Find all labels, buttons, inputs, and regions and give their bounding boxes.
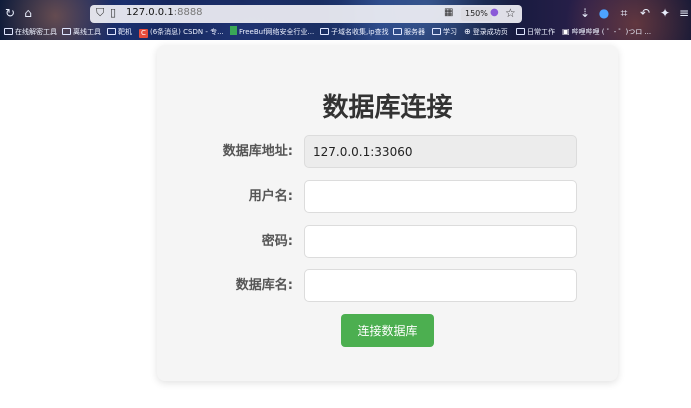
extensions-icon[interactable]: ✦ <box>657 5 673 21</box>
freebuf-icon <box>230 26 237 35</box>
folder-icon <box>516 28 525 35</box>
csdn-icon: C <box>139 29 148 38</box>
folder-icon <box>107 28 116 35</box>
db-connection-card: 数据库连接 数据库地址: 用户名: 密码: 数据库名: 连接数据库 <box>157 45 618 381</box>
account-icon[interactable]: ● <box>596 5 612 21</box>
folder-icon <box>432 28 441 35</box>
bilibili-icon: ▣ <box>562 27 570 36</box>
db-address-input[interactable] <box>304 135 577 168</box>
field-row-password: 密码: <box>157 225 618 259</box>
folder-icon <box>4 28 13 35</box>
field-row-db-name: 数据库名: <box>157 269 618 303</box>
username-input[interactable] <box>304 180 577 213</box>
shield-icon[interactable]: ⛉ <box>96 6 104 20</box>
page-title: 数据库连接 <box>322 93 453 123</box>
crop-icon[interactable]: ⌗ <box>616 5 632 21</box>
menu-icon[interactable]: ≡ <box>676 5 691 21</box>
globe-icon: ⊕ <box>464 27 471 36</box>
browser-chrome: ↻ ⌂ ⛉ ▯ 127.0.0.1:8888 ▦ 150% ● ☆ ⇣ ● ⌗ … <box>0 0 691 40</box>
browser-toolbar: ↻ ⌂ ⛉ ▯ 127.0.0.1:8888 ▦ 150% ● ☆ ⇣ ● ⌗ … <box>0 2 691 24</box>
bookmark-item[interactable]: 服务器 <box>393 25 425 39</box>
address-bar[interactable]: ⛉ ▯ 127.0.0.1:8888 ▦ 150% ● ☆ <box>90 5 522 23</box>
undo-icon[interactable]: ↶ <box>637 5 653 21</box>
password-label: 密码: <box>261 234 293 249</box>
field-row-username: 用户名: <box>157 180 618 214</box>
bookmark-item[interactable]: ⊕ 登录成功页 <box>464 25 508 39</box>
db-name-label: 数据库名: <box>235 278 293 293</box>
bookmark-item[interactable]: 离线工具 <box>62 25 101 39</box>
page-icon[interactable]: ▯ <box>110 6 116 19</box>
download-icon[interactable]: ⇣ <box>577 5 593 21</box>
bookmark-item[interactable]: FreeBuf网络安全行业... <box>230 25 314 39</box>
db-address-label: 数据库地址: <box>222 144 293 159</box>
qr-code-icon[interactable]: ▦ <box>444 7 453 18</box>
folder-icon <box>393 28 402 35</box>
url-text[interactable]: 127.0.0.1:8888 <box>126 7 203 18</box>
bookmark-item[interactable]: 日常工作 <box>516 25 555 39</box>
bookmark-item[interactable]: C (6条消息) CSDN - 专... <box>139 25 224 39</box>
bookmark-item[interactable]: 在线解密工具 <box>4 25 57 39</box>
folder-icon <box>62 28 71 35</box>
zoom-level[interactable]: 150% <box>461 7 492 21</box>
connect-database-button[interactable]: 连接数据库 <box>341 314 434 347</box>
db-name-input[interactable] <box>304 269 577 302</box>
home-icon[interactable]: ⌂ <box>20 5 36 21</box>
extension-icon[interactable]: ● <box>490 7 499 18</box>
bookmark-item[interactable]: 子域名收集,ip查找 <box>320 25 389 39</box>
bookmark-item[interactable]: 靶机 <box>107 25 132 39</box>
bookmark-item[interactable]: ▣ 哔哩哔哩 ( ゜- ゜)つロ ... <box>562 25 651 39</box>
url-host: 127.0.0.1 <box>126 7 174 18</box>
field-row-db-address: 数据库地址: <box>157 135 618 169</box>
bookmark-item[interactable]: 学习 <box>432 25 457 39</box>
username-label: 用户名: <box>248 189 293 204</box>
bookmarks-bar: 在线解密工具 离线工具 靶机 C (6条消息) CSDN - 专... FreeB… <box>0 25 691 39</box>
password-input[interactable] <box>304 225 577 258</box>
folder-icon <box>320 28 329 35</box>
reload-icon[interactable]: ↻ <box>2 5 18 21</box>
url-port: :8888 <box>173 7 203 18</box>
bookmark-star-icon[interactable]: ☆ <box>505 6 516 20</box>
